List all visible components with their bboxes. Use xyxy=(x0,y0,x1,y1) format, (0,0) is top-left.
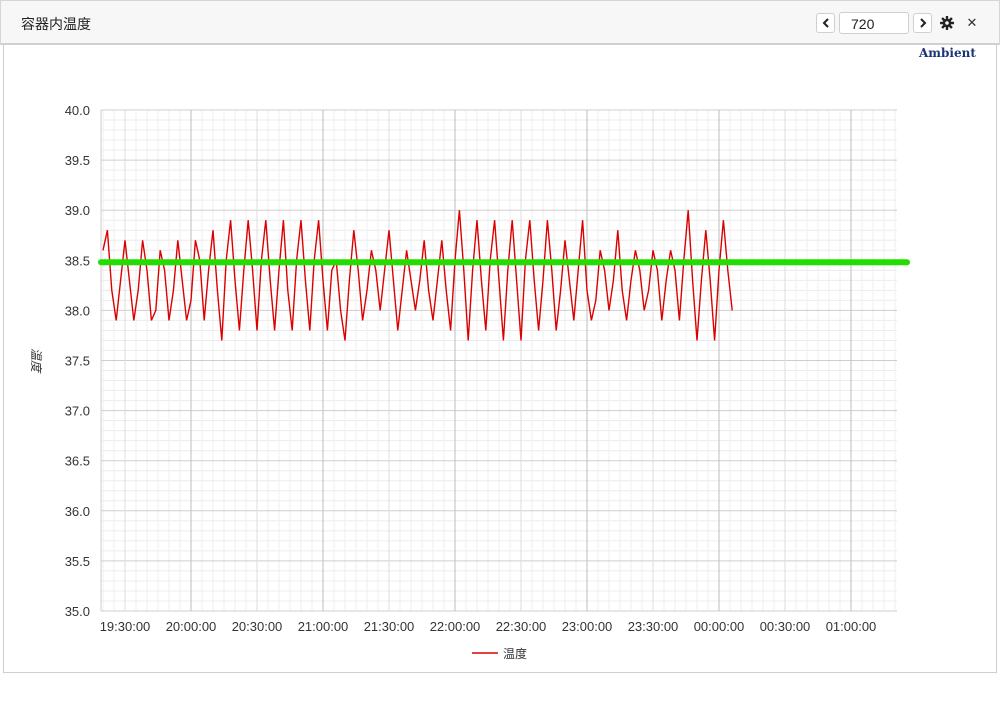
x-tick-label: 00:00:00 xyxy=(694,619,745,634)
y-axis-label: 温度 xyxy=(29,348,43,374)
y-tick-label: 37.5 xyxy=(65,354,90,369)
x-axis-ticks: 19:30:00 20:00:00 20:30:00 21:00:00 21:30:00… xyxy=(100,619,877,634)
x-tick-label: 23:30:00 xyxy=(628,619,679,634)
x-tick-label: 20:00:00 xyxy=(166,619,217,634)
y-tick-label: 35.0 xyxy=(65,604,90,619)
x-tick-label: 21:00:00 xyxy=(298,619,349,634)
y-tick-label: 39.5 xyxy=(65,153,90,168)
y-tick-label: 38.5 xyxy=(65,253,90,268)
y-tick-label: 35.5 xyxy=(65,554,90,569)
x-tick-label: 19:30:00 xyxy=(100,619,151,634)
x-tick-label: 22:30:00 xyxy=(496,619,547,634)
temperature-chart: 35.0 35.5 36.0 36.5 37.0 37.5 38.0 38.5 39.0 39.5… xyxy=(29,103,910,661)
x-tick-label: 01:00:00 xyxy=(826,619,877,634)
y-tick-label: 36.5 xyxy=(65,454,90,469)
y-tick-label: 38.0 xyxy=(65,303,90,318)
x-tick-label: 23:00:00 xyxy=(562,619,613,634)
x-tick-label: 22:00:00 xyxy=(430,619,481,634)
y-tick-label: 40.0 xyxy=(65,103,90,118)
y-tick-label: 36.0 xyxy=(65,504,90,519)
x-tick-label: 21:30:00 xyxy=(364,619,415,634)
y-tick-label: 37.0 xyxy=(65,404,90,419)
y-tick-label: 39.0 xyxy=(65,203,90,218)
x-tick-label: 20:30:00 xyxy=(232,619,283,634)
y-axis-ticks: 35.0 35.5 36.0 36.5 37.0 37.5 38.0 38.5 39.0 39.5… xyxy=(65,103,90,619)
legend-label: 温度 xyxy=(503,646,527,661)
x-tick-label: 00:30:00 xyxy=(760,619,811,634)
legend: 温度 xyxy=(472,646,527,661)
